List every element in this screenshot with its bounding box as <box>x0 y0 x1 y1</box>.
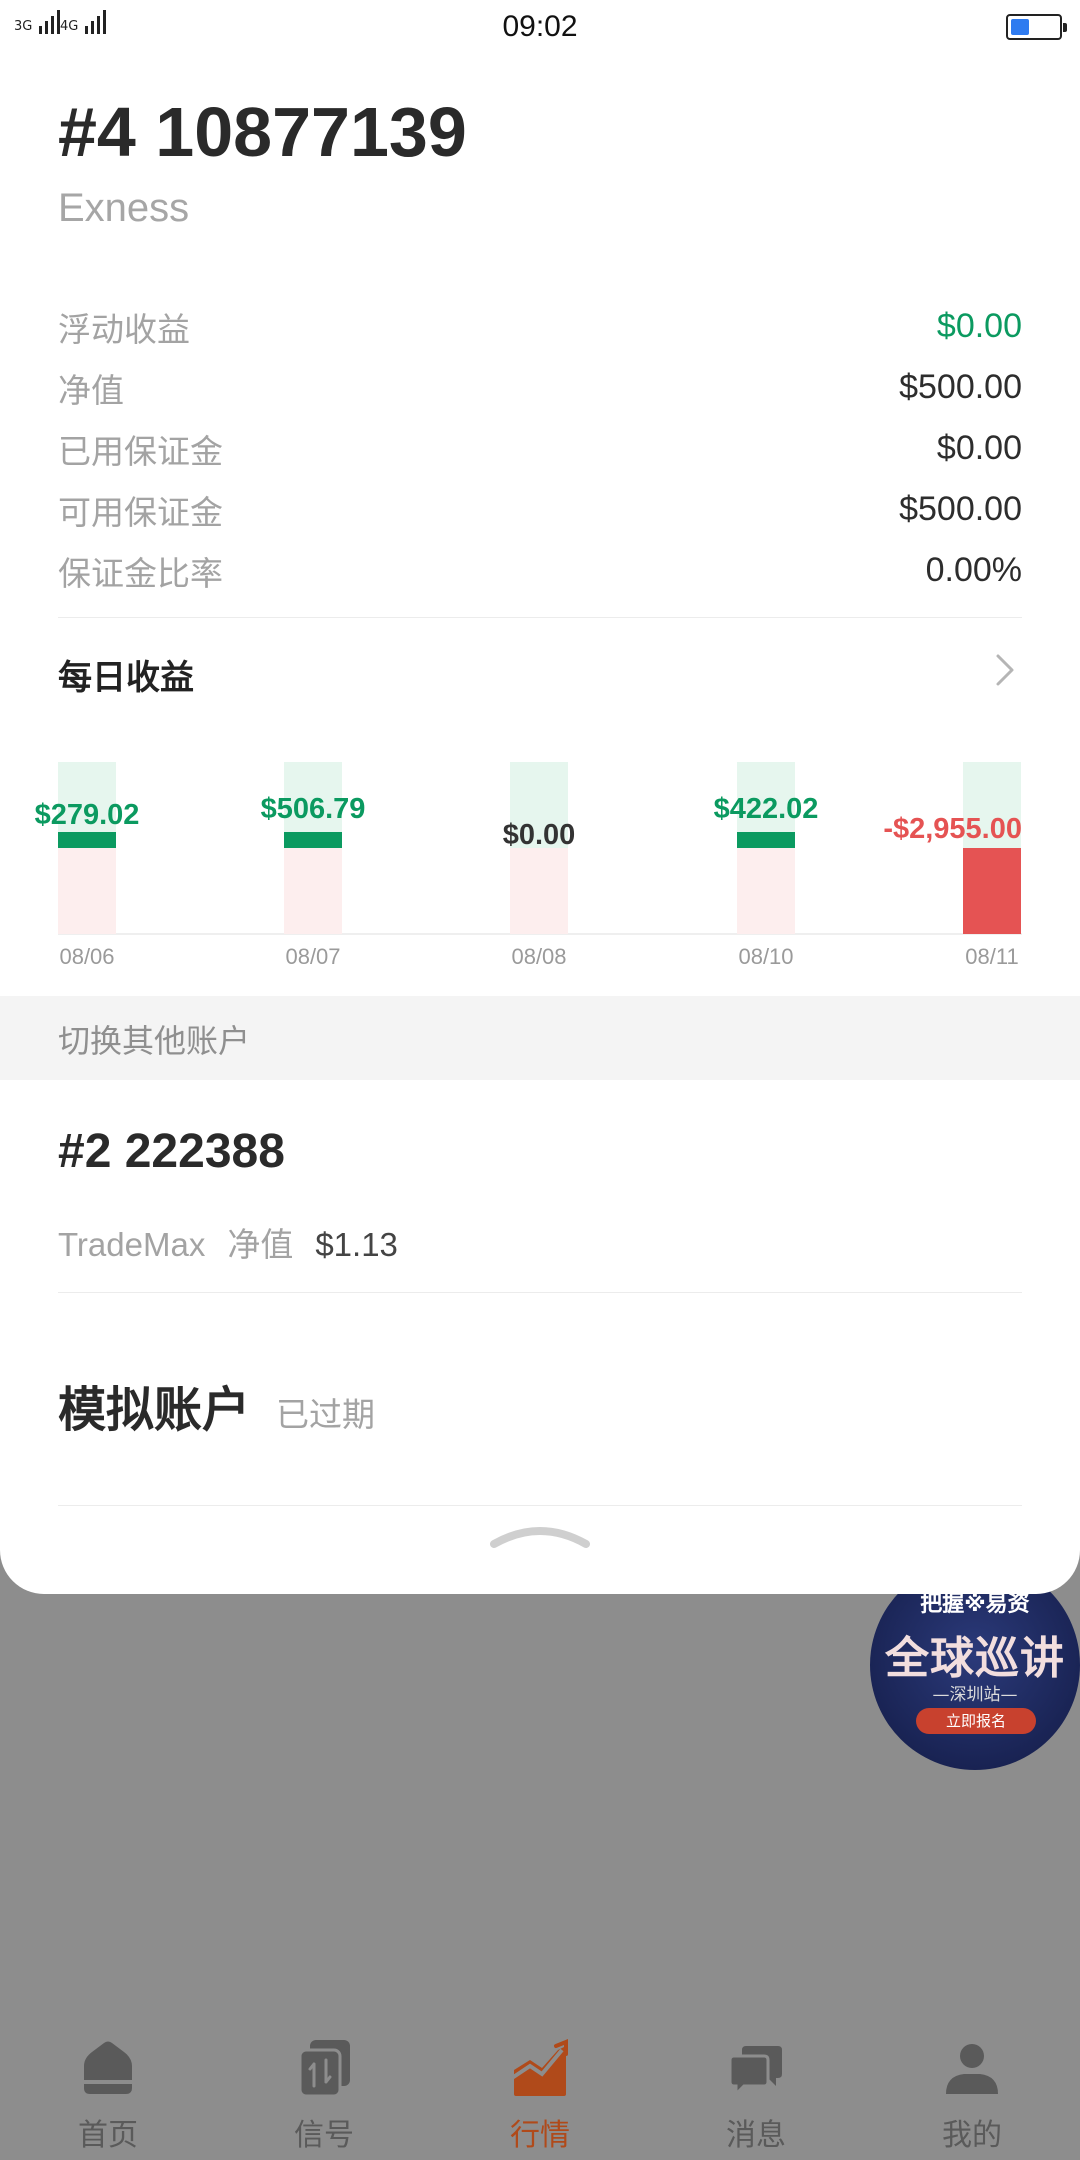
nav-label: 行情 <box>510 2118 570 2153</box>
stat-value: 0.00% <box>925 551 1022 589</box>
collapse-handle-icon[interactable] <box>488 1518 592 1552</box>
bar-bg-negative <box>284 848 342 934</box>
bar <box>284 832 342 848</box>
stat-label: 保证金比率 <box>58 553 223 593</box>
stat-row-margin-ratio: 保证金比率 0.00% <box>58 540 1022 601</box>
x-tick-label: 08/10 <box>738 944 793 969</box>
other-account-details[interactable]: TradeMax 净值 $1.13 <box>58 1218 398 1266</box>
other-account-equity-label: 净值 <box>227 1225 294 1264</box>
stat-value: $0.00 <box>936 307 1022 345</box>
nav-label: 首页 <box>78 2118 138 2153</box>
stat-row-floating-pnl: 浮动收益 $0.00 <box>58 296 1022 357</box>
divider <box>58 1505 1022 1506</box>
nav-label: 消息 <box>726 2118 786 2153</box>
x-tick-label: 08/07 <box>285 944 340 969</box>
nav-item-market[interactable]: 行情 <box>432 2020 648 2160</box>
bar-value-label: -$2,955.00 <box>883 813 1022 845</box>
x-tick-label: 08/11 <box>965 944 1018 969</box>
other-account-equity-value: $1.13 <box>315 1226 398 1263</box>
promo-subtitle: —深圳站— <box>932 1685 1018 1705</box>
switch-accounts-label: 切换其他账户 <box>58 1022 251 1060</box>
market-chart-icon <box>510 2039 568 2096</box>
other-account-id[interactable]: #2 222388 <box>58 1124 285 1179</box>
account-sheet: #4 10877139 Exness 浮动收益 $0.00 净值 $500.00… <box>0 0 1080 1594</box>
stat-row-used-margin: 已用保证金 $0.00 <box>58 418 1022 479</box>
home-icon <box>84 2041 132 2094</box>
signal-cards-icon <box>298 2040 350 2098</box>
bar-value-label: $0.00 <box>503 819 576 851</box>
bar-bg-negative <box>510 848 568 934</box>
promo-signup-button[interactable]: 立即报名 <box>916 1708 1036 1734</box>
divider <box>58 1292 1022 1293</box>
nav-item-signals[interactable]: 信号 <box>216 2020 432 2160</box>
stat-row-free-margin: 可用保证金 $500.00 <box>58 479 1022 540</box>
message-bubbles-icon <box>728 2046 782 2098</box>
profile-icon <box>946 2044 998 2094</box>
bar-value-label: $506.79 <box>261 793 366 825</box>
bar <box>963 848 1021 934</box>
bar-bg-negative <box>58 848 116 934</box>
x-tick-label: 08/06 <box>59 944 114 969</box>
stat-label: 浮动收益 <box>58 309 190 349</box>
demo-account-row[interactable]: 模拟账户 已过期 <box>58 1370 375 1440</box>
battery-icon <box>1006 14 1067 40</box>
stat-row-equity: 净值 $500.00 <box>58 357 1022 418</box>
daily-earnings-chart-svg: $279.02 08/06 $506.79 08/07 $0.00 08/08 $422.0… <box>35 762 1022 969</box>
promo-title: 全球巡讲 <box>885 1633 1065 1684</box>
nav-item-profile[interactable]: 我的 <box>864 2020 1080 2160</box>
x-tick-label: 08/08 <box>511 944 566 969</box>
bar-value-label: $422.02 <box>714 793 819 825</box>
account-id: #4 10877139 <box>58 93 467 171</box>
account-stats: 浮动收益 $0.00 净值 $500.00 已用保证金 $0.00 可用保证金 … <box>58 296 1022 601</box>
chevron-right-icon[interactable] <box>986 652 1022 688</box>
stat-value: $500.00 <box>899 490 1022 528</box>
nav-item-home[interactable]: 首页 <box>0 2020 216 2160</box>
bar-bg-negative <box>737 848 795 934</box>
stat-label: 已用保证金 <box>58 431 223 471</box>
stat-label: 可用保证金 <box>58 492 223 532</box>
nav-label: 我的 <box>942 2118 1002 2153</box>
status-bar: 3G 4G 09:02 <box>0 0 1080 58</box>
clock: 09:02 <box>502 10 578 43</box>
nav-label: 信号 <box>294 2118 354 2153</box>
daily-earnings-chart: $279.02 08/06 $506.79 08/07 $0.00 08/08 $422.0… <box>0 740 1080 980</box>
demo-account-title: 模拟账户 <box>58 1382 251 1438</box>
other-account-broker: TradeMax <box>58 1226 206 1263</box>
switch-accounts-header: 切换其他账户 <box>0 996 1080 1080</box>
bottom-nav: 首页 信号 行情 消息 我的 <box>0 2020 1080 2160</box>
stat-label: 净值 <box>58 370 124 410</box>
bar-value-label: $279.02 <box>35 799 140 831</box>
nav-item-messages[interactable]: 消息 <box>648 2020 864 2160</box>
stat-value: $500.00 <box>899 368 1022 406</box>
broker-name: Exness <box>58 186 190 230</box>
stat-value: $0.00 <box>936 429 1022 467</box>
bar <box>737 832 795 848</box>
demo-account-status: 已过期 <box>276 1395 376 1434</box>
daily-earnings-title[interactable]: 每日收益 <box>58 650 194 699</box>
divider <box>58 617 1022 618</box>
bar <box>58 832 116 848</box>
